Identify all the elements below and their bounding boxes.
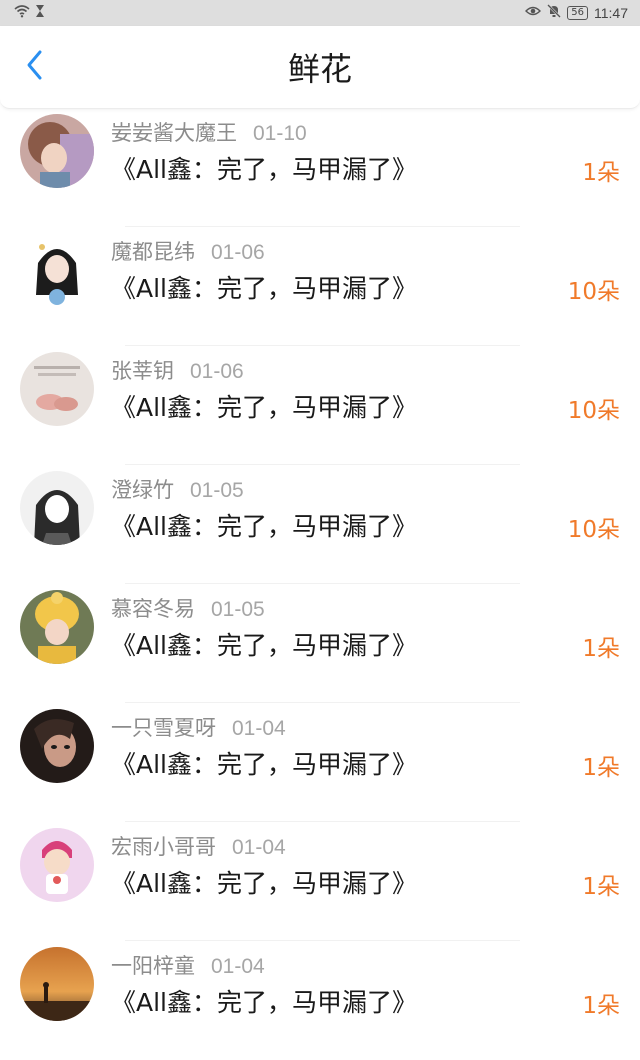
header-bar: 鲜花 [0, 26, 640, 109]
sender-name[interactable]: 妛妛酱大魔王 [111, 121, 237, 145]
gift-date: 01-04 [232, 717, 286, 740]
sender-meta: 慕容冬易 01-05 [111, 596, 265, 623]
avatar[interactable] [20, 114, 94, 188]
work-title[interactable]: 《All鑫：完了，马甲漏了》 [111, 987, 417, 1019]
work-title[interactable]: 《All鑫：完了，马甲漏了》 [111, 630, 417, 662]
sender-meta: 魔都昆纬 01-06 [111, 239, 265, 266]
flower-count: 10朵 [567, 398, 620, 424]
sender-name[interactable]: 魔都昆纬 [111, 240, 195, 264]
mute-bell-icon [547, 4, 562, 22]
battery-indicator: 56 [567, 6, 588, 20]
gift-date: 01-05 [190, 479, 244, 502]
flower-count: 10朵 [567, 517, 620, 543]
list-item[interactable]: 张莘钥 01-06 《All鑫：完了，马甲漏了》 10朵 [0, 346, 640, 465]
sender-name[interactable]: 宏雨小哥哥 [111, 835, 216, 859]
avatar[interactable] [20, 828, 94, 902]
work-title[interactable]: 《All鑫：完了，马甲漏了》 [111, 868, 417, 900]
flower-count: 1朵 [582, 993, 620, 1019]
flower-count: 1朵 [582, 160, 620, 186]
flower-count: 1朵 [582, 755, 620, 781]
status-left-icons [14, 4, 45, 22]
flower-gift-list: 妛妛酱大魔王 01-10 《All鑫：完了，马甲漏了》 1朵 魔都昆纬 01-06 … [0, 108, 640, 1060]
gift-date: 01-06 [190, 360, 244, 383]
avatar[interactable] [20, 233, 94, 307]
sender-name[interactable]: 一只雪夏呀 [111, 716, 216, 740]
sender-meta: 一阳梓童 01-04 [111, 953, 265, 980]
avatar[interactable] [20, 352, 94, 426]
sender-meta: 妛妛酱大魔王 01-10 [111, 120, 307, 147]
sender-meta: 一只雪夏呀 01-04 [111, 715, 286, 742]
flower-count: 1朵 [582, 636, 620, 662]
wifi-icon [14, 4, 30, 22]
gift-date: 01-04 [211, 955, 265, 978]
work-title[interactable]: 《All鑫：完了，马甲漏了》 [111, 392, 417, 424]
status-bar: 56 11:47 [0, 0, 640, 26]
gift-date: 01-05 [211, 598, 265, 621]
sender-meta: 张莘钥 01-06 [111, 358, 244, 385]
sender-name[interactable]: 一阳梓童 [111, 954, 195, 978]
list-item[interactable]: 澄绿竹 01-05 《All鑫：完了，马甲漏了》 10朵 [0, 465, 640, 584]
status-right-icons: 56 11:47 [525, 4, 628, 22]
avatar[interactable] [20, 471, 94, 545]
hourglass-icon [35, 4, 45, 22]
avatar[interactable] [20, 947, 94, 1021]
sender-name[interactable]: 慕容冬易 [111, 597, 195, 621]
sender-name[interactable]: 张莘钥 [111, 359, 174, 383]
work-title[interactable]: 《All鑫：完了，马甲漏了》 [111, 154, 417, 186]
list-item[interactable]: 一只雪夏呀 01-04 《All鑫：完了，马甲漏了》 1朵 [0, 703, 640, 822]
list-item[interactable]: 魔都昆纬 01-06 《All鑫：完了，马甲漏了》 10朵 [0, 227, 640, 346]
list-item[interactable]: 一阳梓童 01-04 《All鑫：完了，马甲漏了》 1朵 [0, 941, 640, 1060]
gift-date: 01-04 [232, 836, 286, 859]
list-item[interactable]: 慕容冬易 01-05 《All鑫：完了，马甲漏了》 1朵 [0, 584, 640, 703]
gift-date: 01-06 [211, 241, 265, 264]
avatar[interactable] [20, 709, 94, 783]
flower-count: 10朵 [567, 279, 620, 305]
work-title[interactable]: 《All鑫：完了，马甲漏了》 [111, 749, 417, 781]
list-item[interactable]: 宏雨小哥哥 01-04 《All鑫：完了，马甲漏了》 1朵 [0, 822, 640, 941]
work-title[interactable]: 《All鑫：完了，马甲漏了》 [111, 511, 417, 543]
eye-icon [525, 5, 542, 21]
work-title[interactable]: 《All鑫：完了，马甲漏了》 [111, 273, 417, 305]
sender-meta: 宏雨小哥哥 01-04 [111, 834, 286, 861]
sender-meta: 澄绿竹 01-05 [111, 477, 244, 504]
avatar[interactable] [20, 590, 94, 664]
list-item[interactable]: 妛妛酱大魔王 01-10 《All鑫：完了，马甲漏了》 1朵 [0, 108, 640, 227]
flower-count: 1朵 [582, 874, 620, 900]
page-title: 鲜花 [287, 50, 352, 88]
gift-date: 01-10 [253, 122, 307, 145]
status-time: 11:47 [594, 5, 628, 21]
sender-name[interactable]: 澄绿竹 [111, 478, 174, 502]
